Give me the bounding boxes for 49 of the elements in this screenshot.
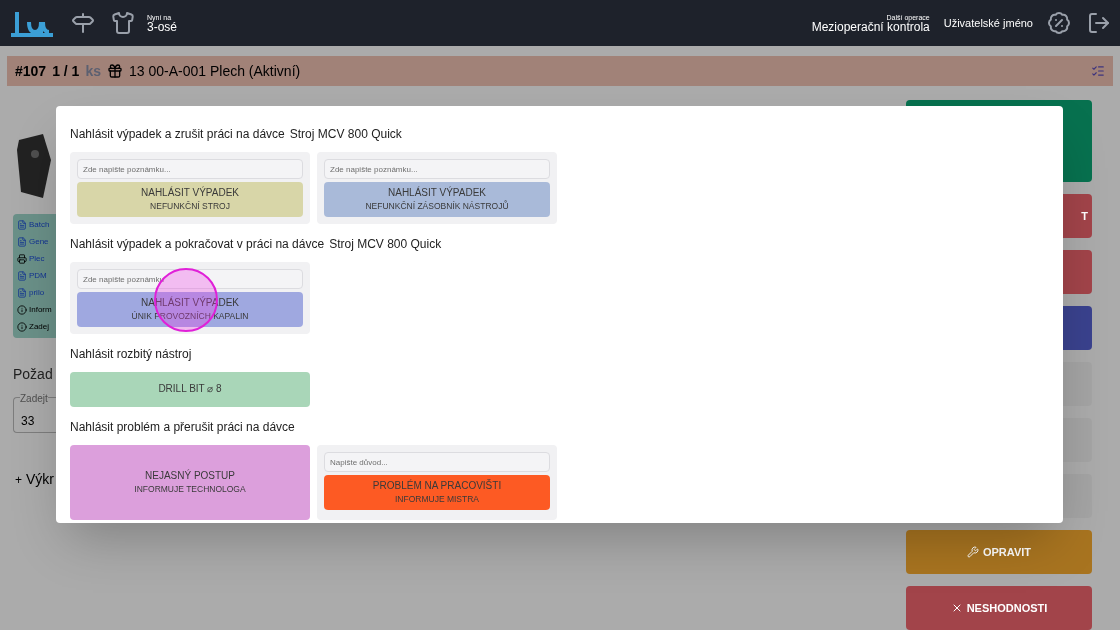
printer-icon <box>17 254 27 264</box>
report-button[interactable]: NAHLÁSIT VÝPADEK NEFUNKČNÍ ZÁSOBNÍK NÁSTROJŮ <box>324 182 550 217</box>
section-title: Nahlásit výpadek a zrušit práci na dávce <box>70 126 285 143</box>
percent-badge-icon[interactable] <box>1047 11 1071 35</box>
section-title: Nahlásit problém a přerušit práci na dávce <box>70 419 295 436</box>
current-value: 3-osé <box>147 20 178 33</box>
document-icon <box>17 220 27 230</box>
user-name: Uživatelské jméno <box>943 15 1033 31</box>
document-icon <box>17 288 27 298</box>
gift-icon <box>107 63 123 79</box>
report-button[interactable]: DRILL BIT ⌀ 8 <box>70 372 310 407</box>
document-icon <box>17 237 27 247</box>
logout-icon[interactable] <box>1087 11 1111 35</box>
section-title: Nahlásit výpadek a pokračovat v práci na dávce <box>70 236 325 253</box>
add-drawing-link[interactable]: Výkr <box>26 469 54 490</box>
document-link[interactable]: PDM <box>29 270 47 282</box>
note-field[interactable]: Napište důvod... <box>324 452 550 472</box>
job-unit: ks <box>85 61 101 81</box>
plus-icon: + <box>15 470 22 489</box>
field-label: Zadejt <box>20 391 48 406</box>
report-button[interactable]: NEJASNÝ POSTUP INFORMUJE TECHNOLOGA <box>70 445 310 520</box>
document-link[interactable]: Gene <box>29 236 49 248</box>
job-count: 1 / 1 <box>52 61 80 81</box>
section-title: Nahlásit rozbitý nástroj <box>70 346 192 363</box>
report-button[interactable]: NAHLÁSIT VÝPADEK NEFUNKČNÍ STROJ <box>77 182 303 217</box>
document-icon <box>17 271 27 281</box>
document-link[interactable]: Inform <box>29 304 52 316</box>
info-icon <box>17 305 27 315</box>
shirt-icon[interactable] <box>111 11 135 35</box>
report-button[interactable]: PROBLÉM NA PRACOVIŠTI INFORMUJE MISTRA <box>324 475 550 510</box>
wrench-icon <box>966 546 979 558</box>
side-button[interactable]: OPRAVIT <box>906 530 1092 574</box>
document-link[interactable]: Batch <box>29 219 50 231</box>
side-button[interactable]: NESHODNOSTI <box>906 586 1092 630</box>
field-value: 33 <box>21 414 35 428</box>
section-heading: Požad <box>13 365 54 384</box>
document-link[interactable]: Zadej <box>29 321 49 333</box>
next-operation-value: Mezioperační kontrola <box>811 20 930 33</box>
job-item: 13 00-A-001 Plech (Aktivní) <box>129 61 301 81</box>
list-icon[interactable] <box>1091 64 1105 78</box>
document-link[interactable]: prilo <box>29 287 45 299</box>
info-icon <box>17 322 27 332</box>
note-field[interactable]: Zde napište poznámku... <box>77 159 303 179</box>
job-number: #107 <box>15 61 47 81</box>
machine-name: Stroj MCV 800 Quick <box>289 126 402 143</box>
machine-name: Stroj MCV 800 Quick <box>329 236 442 253</box>
document-link[interactable]: Plec <box>29 253 45 265</box>
signpost-icon[interactable] <box>71 11 95 35</box>
note-field[interactable]: Zde napište poznámku... <box>324 159 550 179</box>
